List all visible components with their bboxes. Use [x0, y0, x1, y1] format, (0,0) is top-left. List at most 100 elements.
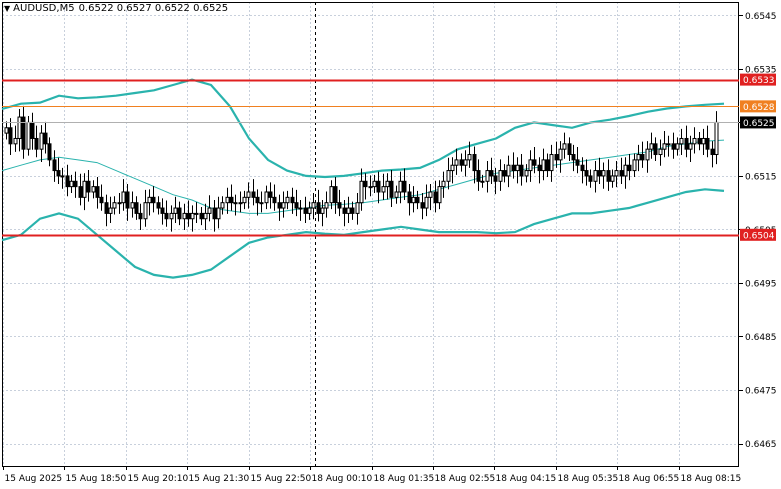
candle-bear: [177, 207, 182, 220]
candle-bull: [549, 154, 554, 172]
candle-bull: [701, 137, 706, 145]
candle-bull: [91, 186, 96, 193]
candle-bear: [212, 207, 217, 220]
candle-bear: [8, 127, 13, 145]
candle-bear: [52, 159, 57, 172]
candle-bear: [350, 207, 355, 214]
candle-bull: [662, 143, 667, 150]
y-tick-label: 0.6495: [745, 279, 777, 289]
candle-bear: [303, 207, 308, 214]
candle-bull: [220, 202, 225, 209]
candle-bear: [415, 196, 420, 204]
candle-bull: [467, 154, 472, 161]
candle-bull: [450, 164, 455, 172]
candle-bear: [156, 202, 161, 209]
candle-bull: [355, 202, 360, 214]
y-tick-label: 0.6475: [745, 387, 777, 397]
candle-bear: [95, 186, 100, 198]
candle-bull: [666, 143, 671, 146]
candle-bear: [65, 175, 70, 188]
candle-bull: [203, 212, 208, 220]
candle-bear: [402, 180, 407, 193]
candle-bear: [511, 164, 516, 172]
price-tag-label: 0.6525: [743, 119, 775, 129]
candle-bull: [688, 143, 693, 150]
candle-bull: [601, 170, 606, 177]
candle-bull: [169, 212, 174, 220]
candle-bear: [21, 116, 26, 150]
candle-bull: [636, 154, 641, 161]
candle-bear: [537, 164, 542, 172]
candle-bull: [679, 137, 684, 145]
candle-bull: [558, 148, 563, 161]
chart-header: ▼ AUDUSD,M5 0.6522 0.6527 0.6522 0.6525: [4, 3, 228, 14]
candle-bear: [47, 143, 52, 161]
candle-bull: [463, 159, 468, 166]
candle-bull: [324, 202, 329, 209]
candle-bull: [130, 202, 135, 209]
candle-bull: [285, 196, 290, 204]
candle-bull: [225, 196, 230, 204]
candle-bear: [199, 212, 204, 220]
candle-bear: [519, 164, 524, 177]
candle-bull: [13, 137, 18, 145]
x-tick-label: 15 Aug 20:10: [128, 474, 189, 484]
candle-bull: [485, 170, 490, 182]
candle-bear: [705, 137, 710, 150]
candle-bull: [147, 196, 152, 204]
candle-bull: [238, 202, 243, 205]
candle-bear: [138, 212, 143, 220]
candle-bull: [398, 180, 403, 193]
ohlc-values: 0.6522 0.6527 0.6522 0.6525: [78, 3, 229, 14]
bollinger-upper-band: [1, 78, 725, 179]
candle-bull: [424, 196, 429, 209]
candle-bear: [134, 202, 139, 214]
candle-bull: [121, 191, 126, 204]
candle-bull: [69, 180, 74, 188]
price-tag-label: 0.6528: [743, 103, 775, 113]
candle-bull: [562, 143, 567, 150]
candle-bear: [493, 175, 498, 182]
candle-bull: [246, 191, 251, 198]
x-tick-label: 15 Aug 22:50: [251, 474, 312, 484]
candle-bear: [476, 170, 481, 182]
candle-bull: [112, 202, 117, 209]
candle-bull: [298, 207, 303, 210]
x-tick-label: 18 Aug 01:35: [374, 474, 435, 484]
candle-bear: [268, 191, 273, 198]
candle-bull: [4, 127, 9, 134]
candle-bull: [26, 121, 31, 150]
candle-bear: [333, 186, 338, 204]
collapse-arrow-icon[interactable]: ▼: [4, 4, 10, 13]
price-chart[interactable]: 0.65450.65350.65250.65150.65050.64950.64…: [0, 0, 781, 489]
candle-bull: [446, 170, 451, 182]
x-tick-label: 18 Aug 05:35: [558, 474, 619, 484]
candle-bear: [272, 196, 277, 204]
candle-bull: [182, 212, 187, 220]
candle-bull: [541, 159, 546, 172]
candle-bear: [164, 212, 169, 220]
candle-bear: [472, 154, 477, 172]
candle-bull: [645, 148, 650, 161]
candle-bear: [684, 137, 689, 150]
x-tick-label: 15 Aug 21:30: [189, 474, 250, 484]
candle-bear: [502, 170, 507, 177]
candle-bear: [575, 159, 580, 166]
candle-bull: [17, 116, 22, 139]
candle-bear: [627, 164, 632, 172]
candle-bear: [710, 148, 715, 156]
candle-bull: [593, 170, 598, 182]
y-tick-label: 0.6545: [745, 12, 777, 22]
candle-bull: [207, 207, 212, 214]
candle-bull: [623, 164, 628, 177]
candle-bull: [692, 137, 697, 145]
candle-bull: [60, 175, 65, 178]
candle-bull: [143, 202, 148, 220]
price-tag-label: 0.6504: [743, 231, 775, 241]
candle-bear: [34, 137, 39, 150]
candle-bull: [675, 143, 680, 150]
candle-bull: [385, 180, 390, 188]
candle-bear: [459, 159, 464, 166]
candle-bull: [359, 180, 364, 204]
candle-bull: [454, 159, 459, 166]
